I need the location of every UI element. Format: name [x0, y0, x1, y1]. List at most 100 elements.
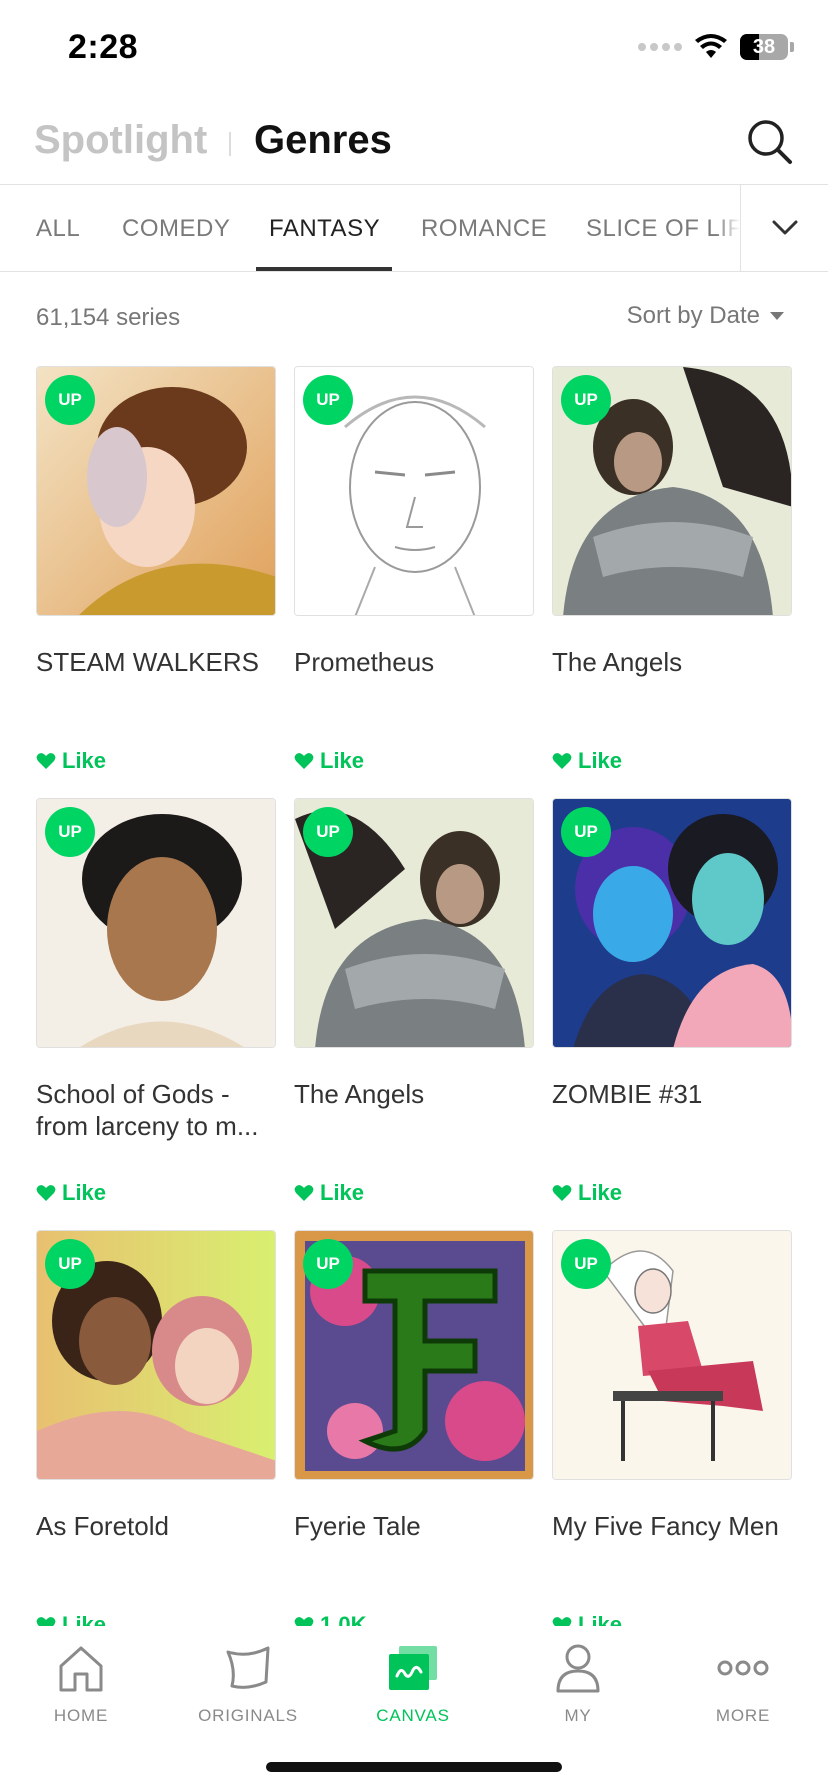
battery-level: 38	[752, 35, 776, 58]
active-tab-indicator	[256, 267, 392, 271]
up-badge: UP	[303, 375, 353, 425]
like-label: Like	[320, 748, 365, 773]
series-grid: UP STEAM WALKERS Like UP Prometheus Like	[36, 366, 792, 1626]
nav-my-label: MY	[564, 1706, 592, 1725]
series-thumbnail[interactable]: UP	[36, 798, 276, 1048]
nav-canvas[interactable]: CANVAS	[348, 1640, 478, 1726]
series-card[interactable]: UP The Angels Like	[552, 366, 792, 774]
nav-canvas-label: CANVAS	[376, 1706, 450, 1725]
sort-dropdown[interactable]: Sort by Date	[627, 302, 784, 330]
series-title[interactable]: As Foretold	[36, 1510, 276, 1574]
like-button[interactable]: Like	[552, 748, 792, 774]
series-title[interactable]: The Angels	[294, 1078, 534, 1142]
series-thumbnail[interactable]: UP	[294, 1230, 534, 1480]
tab-all[interactable]: ALL	[36, 215, 80, 243]
series-card[interactable]: UP Prometheus Like	[294, 366, 534, 774]
series-thumbnail[interactable]: UP	[294, 366, 534, 616]
search-icon	[748, 120, 792, 164]
series-card[interactable]: UP STEAM WALKERS Like	[36, 366, 276, 774]
status-time: 2:28	[68, 28, 139, 66]
up-badge: UP	[45, 375, 95, 425]
up-badge: UP	[561, 807, 611, 857]
series-card[interactable]: UP Fyerie Tale 1.0K	[294, 1230, 534, 1626]
like-button[interactable]: Like	[552, 1612, 792, 1626]
like-button[interactable]: Like	[552, 1180, 792, 1206]
heart-icon	[294, 753, 314, 769]
nav-home[interactable]: HOME	[16, 1640, 146, 1726]
series-card[interactable]: UP As Foretold Like	[36, 1230, 276, 1626]
nav-originals-label: ORIGINALS	[198, 1706, 298, 1725]
nav-home-label: HOME	[53, 1706, 109, 1725]
series-card[interactable]: UP School of Gods - from larceny to m...…	[36, 798, 276, 1206]
like-label: Like	[578, 1612, 623, 1626]
series-card[interactable]: UP My Five Fancy Men Like	[552, 1230, 792, 1626]
like-label: 1.0K	[320, 1612, 367, 1626]
nav-originals[interactable]: ORIGINALS	[183, 1640, 313, 1726]
series-card[interactable]: UP The Angels Like	[294, 798, 534, 1206]
status-indicators: 38	[638, 34, 794, 60]
series-title[interactable]: The Angels	[552, 646, 792, 710]
series-thumbnail[interactable]: UP	[552, 798, 792, 1048]
genre-tab-bar: ALL COMEDY FANTASY ROMANCE SLICE OF LIFE	[0, 184, 828, 272]
caret-down-icon	[770, 312, 784, 320]
more-icon	[715, 1640, 771, 1696]
like-button[interactable]: 1.0K	[294, 1612, 534, 1626]
like-label: Like	[320, 1180, 365, 1205]
like-label: Like	[62, 1180, 107, 1205]
like-button[interactable]: Like	[36, 1180, 276, 1206]
up-badge: UP	[561, 375, 611, 425]
series-thumbnail[interactable]: UP	[36, 366, 276, 616]
series-title[interactable]: ZOMBIE #31	[552, 1078, 792, 1142]
like-button[interactable]: Like	[294, 748, 534, 774]
series-thumbnail[interactable]: UP	[552, 366, 792, 616]
cellular-signal-icon	[638, 43, 682, 51]
like-button[interactable]: Like	[36, 1612, 276, 1626]
tab-fantasy[interactable]: FANTASY	[269, 215, 380, 243]
series-title[interactable]: Prometheus	[294, 646, 534, 710]
heart-icon	[552, 1185, 572, 1201]
up-badge: UP	[45, 807, 95, 857]
series-thumbnail[interactable]: UP	[294, 798, 534, 1048]
heart-icon	[552, 753, 572, 769]
header-divider	[229, 132, 231, 156]
heart-icon	[294, 1617, 314, 1626]
series-thumbnail[interactable]: UP	[36, 1230, 276, 1480]
like-label: Like	[62, 1612, 107, 1626]
up-badge: UP	[303, 1239, 353, 1289]
nav-more-label: MORE	[715, 1706, 771, 1725]
nav-my[interactable]: MY	[513, 1640, 643, 1726]
tab-comedy[interactable]: COMEDY	[122, 215, 230, 243]
nav-more[interactable]: MORE	[678, 1640, 808, 1726]
up-badge: UP	[45, 1239, 95, 1289]
series-title[interactable]: School of Gods - from larceny to m...	[36, 1078, 276, 1142]
home-icon	[53, 1640, 109, 1696]
profile-icon	[550, 1640, 606, 1696]
heart-icon	[36, 753, 56, 769]
wifi-icon	[695, 34, 727, 58]
series-title[interactable]: STEAM WALKERS	[36, 646, 276, 710]
top-header: Spotlight Genres	[0, 100, 828, 184]
series-title[interactable]: My Five Fancy Men	[552, 1510, 792, 1574]
series-title[interactable]: Fyerie Tale	[294, 1510, 534, 1574]
heart-icon	[294, 1185, 314, 1201]
up-badge: UP	[303, 807, 353, 857]
heart-icon	[36, 1617, 56, 1626]
heart-icon	[552, 1617, 572, 1626]
home-indicator[interactable]	[266, 1762, 562, 1772]
like-button[interactable]: Like	[294, 1180, 534, 1206]
tabs-expand-button[interactable]	[740, 185, 828, 271]
status-bar: 2:28 38	[0, 0, 828, 100]
search-button[interactable]	[742, 114, 798, 170]
heart-icon	[36, 1185, 56, 1201]
up-badge: UP	[561, 1239, 611, 1289]
spotlight-tab[interactable]: Spotlight	[34, 118, 207, 163]
like-button[interactable]: Like	[36, 748, 276, 774]
genres-tab[interactable]: Genres	[254, 118, 392, 163]
series-count: 61,154 series	[36, 304, 181, 331]
canvas-icon	[385, 1640, 441, 1696]
chevron-down-icon	[772, 220, 797, 235]
series-card[interactable]: UP ZOMBIE #31 Like	[552, 798, 792, 1206]
tab-romance[interactable]: ROMANCE	[421, 215, 547, 243]
series-thumbnail[interactable]: UP	[552, 1230, 792, 1480]
originals-icon	[220, 1640, 276, 1696]
